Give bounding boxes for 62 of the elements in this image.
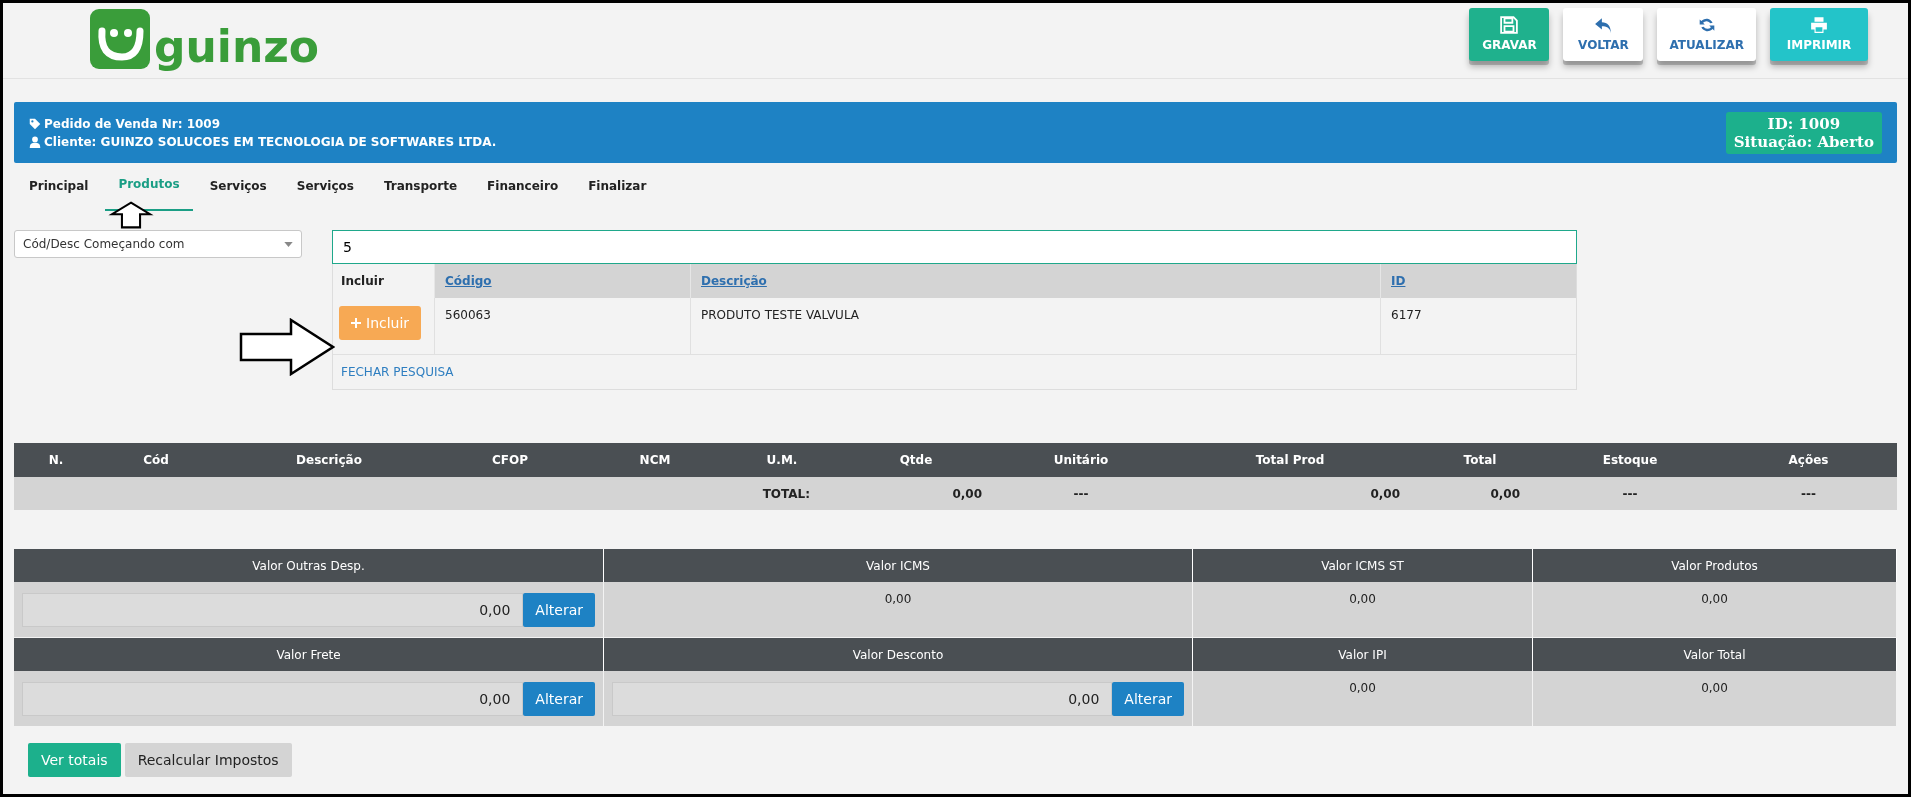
table-cell: 0,00 [952, 486, 982, 501]
tab[interactable]: Serviços [283, 163, 367, 211]
value-text: 0,00 [1349, 681, 1376, 695]
reply-arrow-icon [1594, 16, 1613, 34]
column-header: Valor IPI [1193, 638, 1533, 671]
outline-up-arrow-icon [107, 201, 155, 229]
logo-wordmark: guinzo [154, 25, 320, 69]
tab[interactable]: Principal [16, 163, 102, 211]
table-cell: --- [1622, 486, 1638, 501]
caret-down-icon [284, 241, 293, 247]
order-id: ID: 1009 [1766, 114, 1842, 133]
tag-icon [29, 117, 41, 130]
client-name: Cliente: GUINZO SOLUCOES EM TECNOLOGIA DE SOFTWARES LTDA. [44, 133, 497, 151]
column-header: Incluir [341, 274, 384, 288]
tab[interactable]: Finalizar [575, 163, 660, 211]
sort-link[interactable]: Descrição [701, 274, 767, 288]
user-icon [29, 135, 41, 148]
column-header: Valor Frete [14, 638, 604, 671]
change-button[interactable]: Alterar [1112, 681, 1184, 716]
sort-link[interactable]: ID [1391, 274, 1406, 288]
order-number: Pedido de Venda Nr: 1009 [44, 115, 221, 133]
column-header: Valor Outras Desp. [14, 549, 604, 582]
column-header: Valor Produtos [1533, 549, 1897, 582]
value-text: 0,00 [1701, 681, 1728, 695]
table-cell: --- [1073, 486, 1089, 501]
value-text: 0,00 [884, 592, 912, 606]
table-cell: TOTAL: [762, 486, 810, 501]
column-header: Valor Desconto [604, 638, 1193, 671]
tab[interactable]: Serviços [196, 163, 280, 211]
column-header: Valor ICMS [604, 549, 1193, 582]
column-header: Valor ICMS ST [1193, 549, 1533, 582]
table-cell: 6177 [1391, 308, 1422, 322]
change-button[interactable]: Alterar [523, 592, 595, 627]
value-field[interactable]: 0,00 [22, 681, 524, 716]
printer-icon [1810, 16, 1828, 34]
table-cell: 560063 [445, 308, 491, 322]
value-field[interactable]: 0,00 [612, 681, 1113, 716]
value-text: 0,00 [1701, 592, 1728, 606]
order-status: Situação: Aberto [1733, 132, 1874, 151]
refresh-icon [1697, 16, 1716, 34]
table-cell: PRODUTO TESTE VALVULA [701, 308, 860, 322]
value-text: 0,00 [1349, 592, 1376, 606]
value-field[interactable]: 0,00 [22, 592, 524, 627]
smiley-logo-icon [90, 9, 150, 69]
table-cell: 0,00 [1490, 486, 1520, 501]
action-button[interactable]: Ver totais [28, 743, 121, 777]
column-header: Valor Total [1533, 638, 1897, 671]
toolbar-button[interactable]: GRAVAR [1469, 8, 1550, 61]
close-search-link[interactable]: FECHAR PESQUISA [341, 365, 454, 379]
action-button[interactable]: Recalcular Impostos [124, 743, 292, 777]
table-cell: --- [1801, 486, 1816, 501]
toolbar-button[interactable]: ATUALIZAR [1657, 8, 1756, 61]
search-field[interactable]: 5 [332, 230, 1577, 264]
tab[interactable]: Transporte [370, 163, 471, 211]
table-header: N. Cód Descrição CFOP NCM U.M. Qtde Unitário Total Prod Total Estoque Ações [14, 443, 1897, 477]
plus-icon [351, 318, 361, 328]
toolbar-button[interactable]: VOLTAR [1563, 8, 1644, 61]
sort-link[interactable]: Código [445, 274, 492, 288]
tab[interactable]: Financeiro [474, 163, 572, 211]
search-mode-select[interactable]: Cód/Desc Começando com [14, 230, 302, 258]
change-button[interactable]: Alterar [523, 681, 595, 716]
table-cell: 0,00 [1370, 486, 1400, 501]
